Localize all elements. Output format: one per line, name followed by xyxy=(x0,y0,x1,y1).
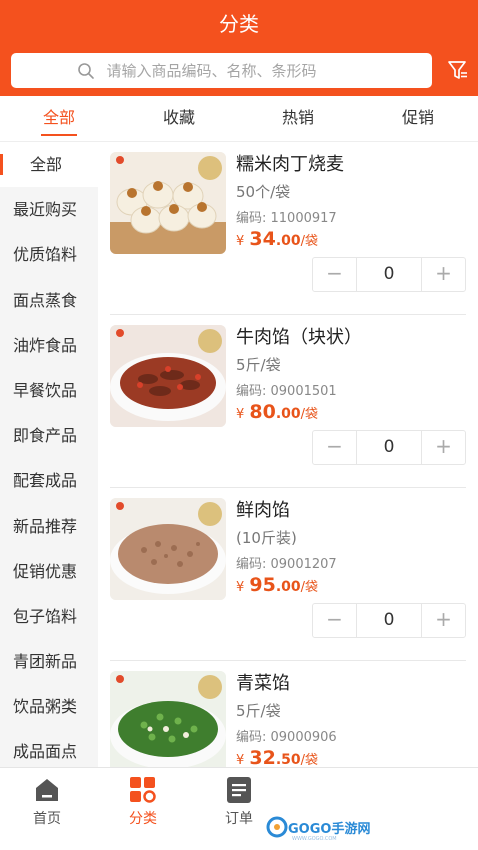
order-icon xyxy=(227,777,251,803)
top-header: 分类 xyxy=(0,0,478,96)
search-bar[interactable] xyxy=(11,53,432,88)
search-input[interactable] xyxy=(106,61,367,80)
site-watermark: GOGO手游网 WWW.GOGO.COM xyxy=(266,812,376,842)
quantity-stepper: − 0 + xyxy=(312,257,466,292)
sidebar-item-steamed[interactable]: 面点蒸食 xyxy=(0,278,98,323)
product-card[interactable]: 牛肉馅（块状） 5斤/袋 编码: 09001501 ¥ 80.00/袋 − 0 … xyxy=(110,315,466,488)
decrease-button[interactable]: − xyxy=(313,431,357,464)
price-decimal: .00 xyxy=(275,579,301,595)
tabbar-label: 首页 xyxy=(33,811,61,827)
search-icon xyxy=(77,62,94,79)
quantity-value[interactable]: 0 xyxy=(357,604,421,637)
sidebar-item-fried[interactable]: 油炸食品 xyxy=(0,323,98,368)
price-symbol: ¥ xyxy=(236,407,245,422)
product-price: ¥ 32.50/袋 xyxy=(236,747,318,767)
price-decimal: .50 xyxy=(275,752,301,767)
watermark-logo-icon xyxy=(266,816,288,838)
product-card[interactable]: 鲜肉馅 (10斤装) 编码: 09001207 ¥ 95.00/袋 − 0 + xyxy=(110,488,466,661)
quantity-value[interactable]: 0 xyxy=(357,258,421,291)
sidebar-item-complementary[interactable]: 配套成品 xyxy=(0,458,98,503)
product-image[interactable] xyxy=(110,152,226,254)
product-name[interactable]: 牛肉馅（块状） xyxy=(236,323,362,349)
product-code: 编码: 11000917 xyxy=(236,211,337,226)
filter-tabs: 全部 收藏 热销 促销 xyxy=(0,96,478,142)
decrease-button[interactable]: − xyxy=(313,604,357,637)
sidebar-item-noodles[interactable]: 成品面点 xyxy=(0,729,98,767)
increase-button[interactable]: + xyxy=(421,258,465,291)
quantity-value[interactable]: 0 xyxy=(357,431,421,464)
bottom-tabbar: 首页 分类 订单 xyxy=(0,767,478,850)
product-price: ¥ 80.00/袋 xyxy=(236,401,318,423)
price-symbol: ¥ xyxy=(236,234,245,249)
tab-all[interactable]: 全部 xyxy=(19,96,99,142)
product-name[interactable]: 鲜肉馅 xyxy=(236,496,290,522)
price-integer: 80 xyxy=(249,401,276,423)
product-price: ¥ 34.00/袋 xyxy=(236,228,318,250)
product-code: 编码: 09000906 xyxy=(236,730,337,745)
home-icon xyxy=(36,779,58,801)
sidebar-item-porridge[interactable]: 饮品粥类 xyxy=(0,684,98,729)
category-icon xyxy=(130,777,156,803)
product-name[interactable]: 青菜馅 xyxy=(236,669,290,695)
decrease-button[interactable]: − xyxy=(313,258,357,291)
sidebar-item-recent[interactable]: 最近购买 xyxy=(0,187,98,232)
product-image[interactable] xyxy=(110,325,226,427)
sidebar-item-bun-fillings[interactable]: 包子馅料 xyxy=(0,594,98,639)
watermark-text: GOGO手游网 xyxy=(288,822,371,837)
price-symbol: ¥ xyxy=(236,753,245,767)
price-unit: /袋 xyxy=(300,407,319,422)
product-name[interactable]: 糯米肉丁烧麦 xyxy=(236,150,344,176)
sidebar-item-all[interactable]: 全部 xyxy=(0,142,98,188)
price-unit: /袋 xyxy=(300,580,319,595)
category-sidebar: 全部 最近购买 优质馅料 面点蒸食 油炸食品 早餐饮品 即食产品 配套成品 新品… xyxy=(0,142,98,767)
product-spec: 5斤/袋 xyxy=(236,356,281,374)
sidebar-item-qingtuan[interactable]: 青团新品 xyxy=(0,639,98,684)
product-image[interactable] xyxy=(110,498,226,600)
sidebar-item-discount[interactable]: 促销优惠 xyxy=(0,549,98,594)
product-card[interactable]: 糯米肉丁烧麦 50个/袋 编码: 11000917 ¥ 34.00/袋 − 0 … xyxy=(110,142,466,315)
tabbar-label: 分类 xyxy=(129,811,157,827)
price-decimal: .00 xyxy=(275,406,301,422)
tab-promotion[interactable]: 促销 xyxy=(378,96,458,142)
sidebar-item-fillings[interactable]: 优质馅料 xyxy=(0,232,98,277)
product-spec: (10斤装) xyxy=(236,529,297,547)
product-code: 编码: 09001501 xyxy=(236,384,337,399)
sidebar-item-new[interactable]: 新品推荐 xyxy=(0,504,98,549)
page-title: 分类 xyxy=(219,12,259,36)
product-code: 编码: 09001207 xyxy=(236,557,337,572)
tab-hot[interactable]: 热销 xyxy=(258,96,338,142)
product-price: ¥ 95.00/袋 xyxy=(236,574,318,596)
price-unit: /袋 xyxy=(300,753,319,767)
product-card[interactable]: 青菜馅 5斤/袋 编码: 09000906 ¥ 32.50/袋 xyxy=(110,661,466,767)
quantity-stepper: − 0 + xyxy=(312,430,466,465)
price-unit: /袋 xyxy=(300,234,319,249)
tabbar-item-home[interactable]: 首页 xyxy=(7,768,87,850)
increase-button[interactable]: + xyxy=(421,604,465,637)
sidebar-item-breakfast[interactable]: 早餐饮品 xyxy=(0,368,98,413)
quantity-stepper: − 0 + xyxy=(312,603,466,638)
price-integer: 32 xyxy=(249,747,276,767)
product-image[interactable] xyxy=(110,671,226,767)
increase-button[interactable]: + xyxy=(421,431,465,464)
product-spec: 50个/袋 xyxy=(236,183,291,201)
tabbar-item-category[interactable]: 分类 xyxy=(103,768,183,850)
price-integer: 95 xyxy=(249,574,276,596)
price-decimal: .00 xyxy=(275,233,301,249)
tab-favorites[interactable]: 收藏 xyxy=(139,96,219,142)
filter-icon[interactable] xyxy=(447,59,469,81)
price-symbol: ¥ xyxy=(236,580,245,595)
watermark-subtext: WWW.GOGO.COM xyxy=(292,836,337,842)
sidebar-item-ready[interactable]: 即食产品 xyxy=(0,413,98,458)
price-integer: 34 xyxy=(249,228,276,250)
product-spec: 5斤/袋 xyxy=(236,702,281,720)
product-list: 糯米肉丁烧麦 50个/袋 编码: 11000917 ¥ 34.00/袋 − 0 … xyxy=(98,142,478,767)
